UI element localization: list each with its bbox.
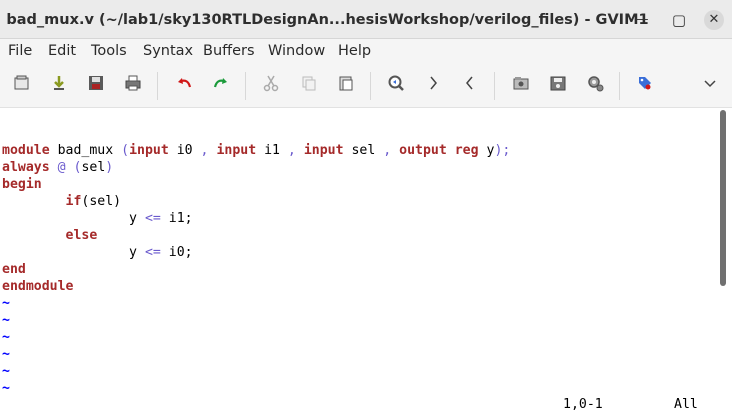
toolbar: [0, 64, 732, 108]
code-line-9: endmodule: [2, 279, 74, 294]
toolbar-separator: [619, 72, 620, 100]
toolbar-separator: [370, 72, 371, 100]
save-download-icon[interactable]: [47, 74, 71, 98]
window-title: bad_mux.v (~/lab1/sky130RTLDesignAn...he…: [6, 12, 649, 28]
title-bar: bad_mux.v (~/lab1/sky130RTLDesignAn...he…: [0, 0, 732, 39]
paste-icon[interactable]: [334, 74, 358, 98]
empty-line-marker: ~: [2, 296, 10, 311]
toolbar-separator: [157, 72, 158, 100]
minimize-button[interactable]: —: [632, 10, 652, 30]
menu-bar: File Edit Tools Syntax Buffers Window He…: [0, 39, 732, 64]
code-line-2: always @ (sel): [2, 160, 114, 175]
editor-pane[interactable]: module bad_mux (input i0 , input i1 , in…: [0, 108, 718, 417]
code-line-7: y <= i0;: [129, 245, 193, 260]
load-session-icon[interactable]: [509, 74, 533, 98]
run-script-icon[interactable]: [583, 74, 607, 98]
menu-window[interactable]: Window: [268, 39, 325, 64]
scroll-position: All: [674, 397, 698, 412]
tag-jump-icon[interactable]: [633, 74, 657, 98]
menu-syntax[interactable]: Syntax: [143, 39, 193, 64]
cursor-position: 1,0-1: [563, 397, 603, 412]
menu-tools[interactable]: Tools: [91, 39, 127, 64]
menu-edit[interactable]: Edit: [48, 39, 76, 64]
empty-line-marker: ~: [2, 330, 10, 345]
find-prev-icon[interactable]: [458, 74, 482, 98]
empty-line-marker: ~: [2, 381, 10, 396]
save-icon[interactable]: [84, 74, 108, 98]
find-replace-icon[interactable]: [384, 74, 408, 98]
vertical-scrollbar[interactable]: [718, 108, 732, 417]
code-line-6: else: [65, 228, 98, 243]
close-button[interactable]: ✕: [704, 10, 724, 30]
maximize-button[interactable]: ▢: [669, 10, 689, 30]
open-icon[interactable]: [10, 74, 34, 98]
print-icon[interactable]: [121, 74, 145, 98]
cut-icon[interactable]: [259, 74, 283, 98]
menu-buffers[interactable]: Buffers: [203, 39, 255, 64]
empty-line-marker: ~: [2, 313, 10, 328]
empty-line-marker: ~: [2, 364, 10, 379]
code-line-5: y <= i1;: [129, 211, 193, 226]
save-session-icon[interactable]: [546, 74, 570, 98]
find-next-icon[interactable]: [421, 74, 445, 98]
toolbar-separator: [245, 72, 246, 100]
code-line-4: if(sel): [65, 194, 122, 209]
scrollbar-thumb[interactable]: [720, 110, 726, 286]
undo-icon[interactable]: [172, 74, 196, 98]
empty-line-marker: ~: [2, 347, 10, 362]
code-line-8: end: [2, 262, 26, 277]
menu-file[interactable]: File: [8, 39, 32, 64]
redo-icon[interactable]: [209, 74, 233, 98]
chevron-down-icon[interactable]: [698, 74, 722, 98]
menu-help[interactable]: Help: [338, 39, 371, 64]
toolbar-separator: [494, 72, 495, 100]
copy-icon[interactable]: [297, 74, 321, 98]
code-line-3: begin: [2, 177, 42, 192]
code-line-1: module bad_mux (input i0 , input i1 , in…: [2, 143, 511, 158]
